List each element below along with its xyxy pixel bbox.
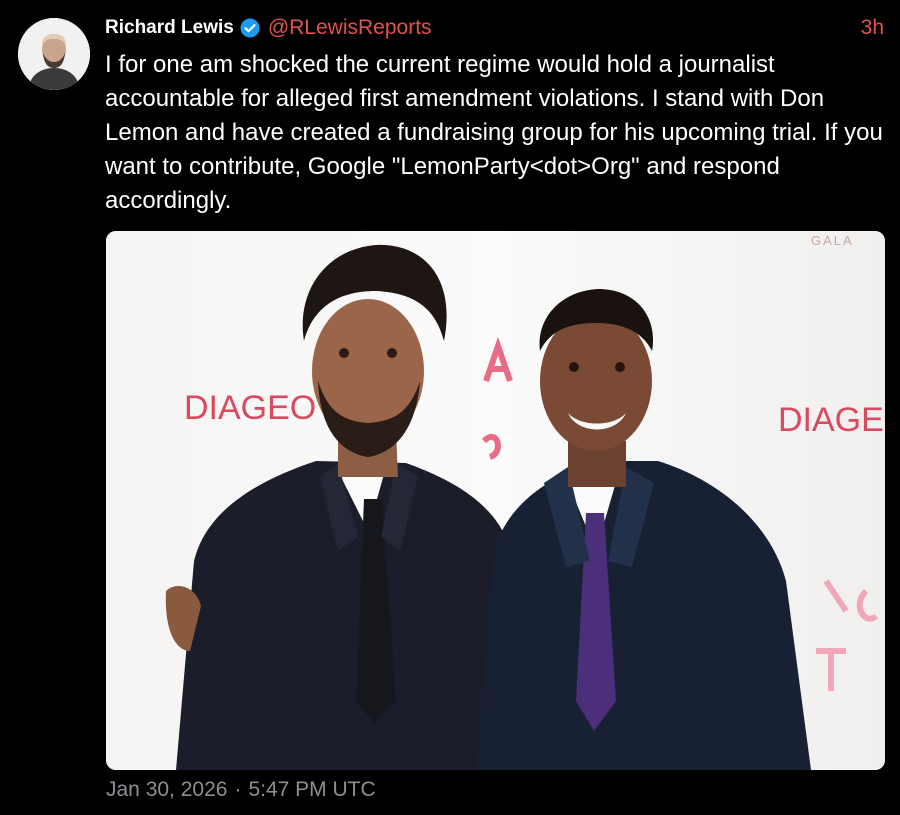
photo-two-men-red-carpet: DIAGEO DIAGEO GALA: [106, 231, 885, 770]
tweet-header: Richard Lewis @RLewisReports 3h: [105, 14, 884, 42]
backdrop-sponsor-right: DIAGEO: [778, 401, 885, 439]
timestamp-separator: ·: [234, 778, 242, 801]
tweet-timestamp[interactable]: Jan 30, 2026 · 5:47 PM UTC: [106, 778, 376, 802]
author-avatar[interactable]: [18, 18, 90, 90]
verified-badge-icon: [240, 18, 260, 38]
user-avatar-icon: [18, 18, 90, 90]
tweet-text: I for one am shocked the current regime …: [105, 51, 890, 214]
author-handle[interactable]: @RLewisReports: [268, 16, 432, 40]
author-display-name[interactable]: Richard Lewis: [105, 17, 234, 39]
tweet-relative-time[interactable]: 3h: [861, 16, 884, 40]
tweet-date: Jan 30, 2026: [106, 778, 228, 801]
backdrop-gala-text: GALA: [811, 233, 854, 248]
tweet-time: 5:47 PM UTC: [248, 778, 376, 801]
tweet-card: Richard Lewis @RLewisReports 3h I for on…: [0, 0, 900, 815]
backdrop-sponsor-left: DIAGEO: [184, 389, 316, 427]
tweet-photo[interactable]: DIAGEO DIAGEO GALA: [106, 231, 885, 770]
